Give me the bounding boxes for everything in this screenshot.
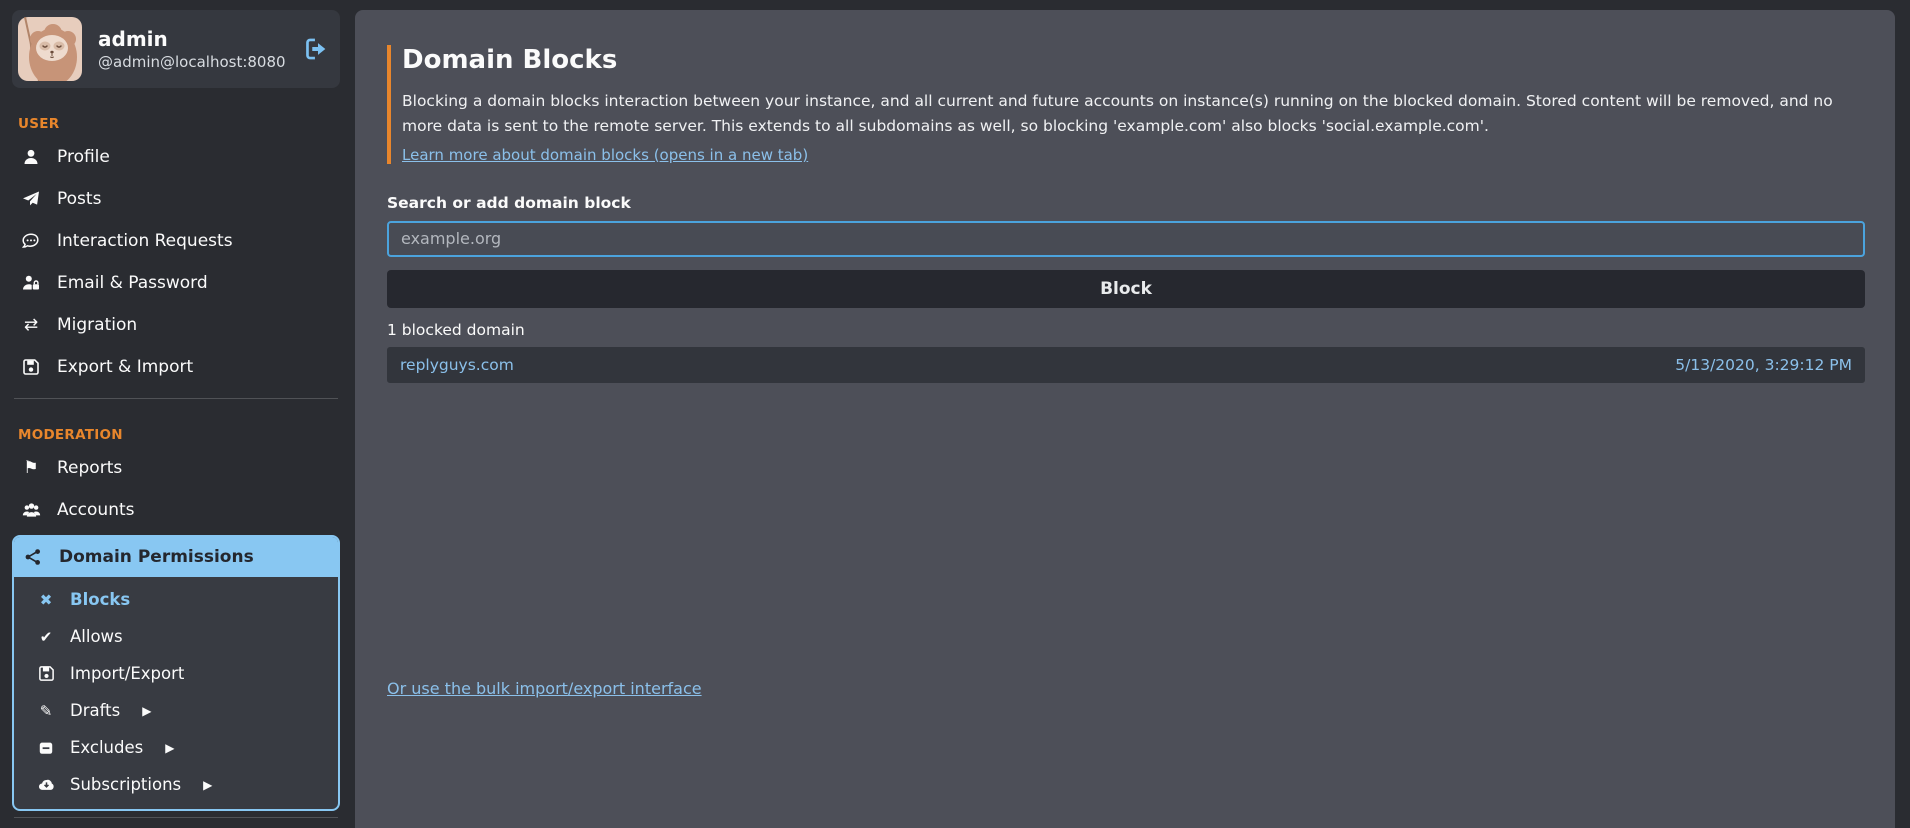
search-label: Search or add domain block [387,194,1865,212]
sidebar-item-domain-permissions[interactable]: Domain Permissions [14,537,338,577]
section-header-moderation: MODERATION [18,427,334,443]
submenu-item-label: Excludes [70,738,143,757]
sidebar-item-label: Migration [57,315,137,335]
sidebar-item-label: Email & Password [57,273,208,293]
sidebar-item-label: Profile [57,147,110,167]
page-header: Domain Blocks Blocking a domain blocks i… [387,45,1865,164]
page-description: Blocking a domain blocks interaction bet… [402,89,1865,139]
cloud-download-icon [36,776,56,793]
sloth-avatar-illustration [18,17,82,81]
user-lock-icon [20,274,42,292]
submenu-item-label: Subscriptions [70,775,181,794]
domain-search-input[interactable] [387,221,1865,257]
user-card[interactable]: admin @admin@localhost:8080 [12,10,340,88]
user-icon [20,148,42,166]
floppy-disk-icon [36,665,56,682]
flag-icon: ⚑ [20,458,42,478]
submenu-item-excludes[interactable]: Excludes ▶ [14,729,338,766]
sidebar-item-label: Interaction Requests [57,231,233,251]
floppy-disk-icon [20,358,42,376]
blocked-domain-row[interactable]: replyguys.com 5/13/2020, 3:29:12 PM [387,347,1865,383]
sidebar-item-reports[interactable]: ⚑ Reports [12,447,340,489]
caret-right-icon: ▶ [165,741,174,755]
domain-permissions-group: Domain Permissions ✖ Blocks ✔ Allows Imp… [12,535,340,811]
user-handle: @admin@localhost:8080 [98,52,286,73]
submenu-item-drafts[interactable]: ✎ Drafts ▶ [14,692,338,729]
page-title: Domain Blocks [402,45,1865,75]
submenu-item-subscriptions[interactable]: Subscriptions ▶ [14,766,338,803]
sidebar-item-label: Reports [57,458,122,478]
sidebar-item-export-import[interactable]: Export & Import [12,346,340,388]
caret-right-icon: ▶ [203,778,212,792]
blocked-domain-count: 1 blocked domain [387,321,1865,339]
submenu-item-allows[interactable]: ✔ Allows [14,618,338,655]
user-info: admin @admin@localhost:8080 [98,26,286,73]
sidebar-item-label: Domain Permissions [59,547,254,567]
sidebar-divider [14,398,338,399]
logout-button[interactable] [302,35,330,63]
avatar [18,17,82,81]
sidebar-item-accounts[interactable]: Accounts [12,489,340,531]
paper-plane-icon [20,190,42,208]
block-button[interactable]: Block [387,270,1865,308]
minus-square-icon [36,740,56,756]
sidebar-item-label: Export & Import [57,357,193,377]
comment-dots-icon [20,232,42,250]
sidebar: admin @admin@localhost:8080 USER Profile… [0,0,355,828]
username: admin [98,26,286,52]
submenu-item-label: Blocks [70,590,130,609]
submenu-item-label: Drafts [70,701,120,720]
sign-out-icon [304,37,328,61]
blocked-domain-date: 5/13/2020, 3:29:12 PM [1675,356,1852,374]
sidebar-item-interaction-requests[interactable]: Interaction Requests [12,220,340,262]
sidebar-item-label: Posts [57,189,101,209]
exchange-arrows-icon: ⇄ [20,315,42,335]
pencil-icon: ✎ [36,702,56,720]
section-header-user: USER [18,116,334,132]
submenu-item-label: Allows [70,627,123,646]
blocked-domain-name: replyguys.com [400,356,514,374]
share-nodes-icon [22,548,44,566]
x-icon: ✖ [36,591,56,609]
domain-permissions-submenu: ✖ Blocks ✔ Allows Import/Export ✎ Drafts… [14,577,338,809]
users-icon [20,501,42,520]
sidebar-item-migration[interactable]: ⇄ Migration [12,304,340,346]
sidebar-item-label: Accounts [57,500,135,520]
main-content: Domain Blocks Blocking a domain blocks i… [355,10,1895,828]
submenu-item-import-export[interactable]: Import/Export [14,655,338,692]
submenu-item-label: Import/Export [70,664,184,683]
sidebar-divider [14,817,338,818]
caret-right-icon: ▶ [142,704,151,718]
check-icon: ✔ [36,628,56,646]
submenu-item-blocks[interactable]: ✖ Blocks [14,581,338,618]
sidebar-item-posts[interactable]: Posts [12,178,340,220]
learn-more-link[interactable]: Learn more about domain blocks (opens in… [402,146,808,164]
sidebar-item-profile[interactable]: Profile [12,136,340,178]
bulk-import-export-link[interactable]: Or use the bulk import/export interface [387,679,702,698]
sidebar-item-email-password[interactable]: Email & Password [12,262,340,304]
domain-block-form: Search or add domain block Block [387,194,1865,308]
